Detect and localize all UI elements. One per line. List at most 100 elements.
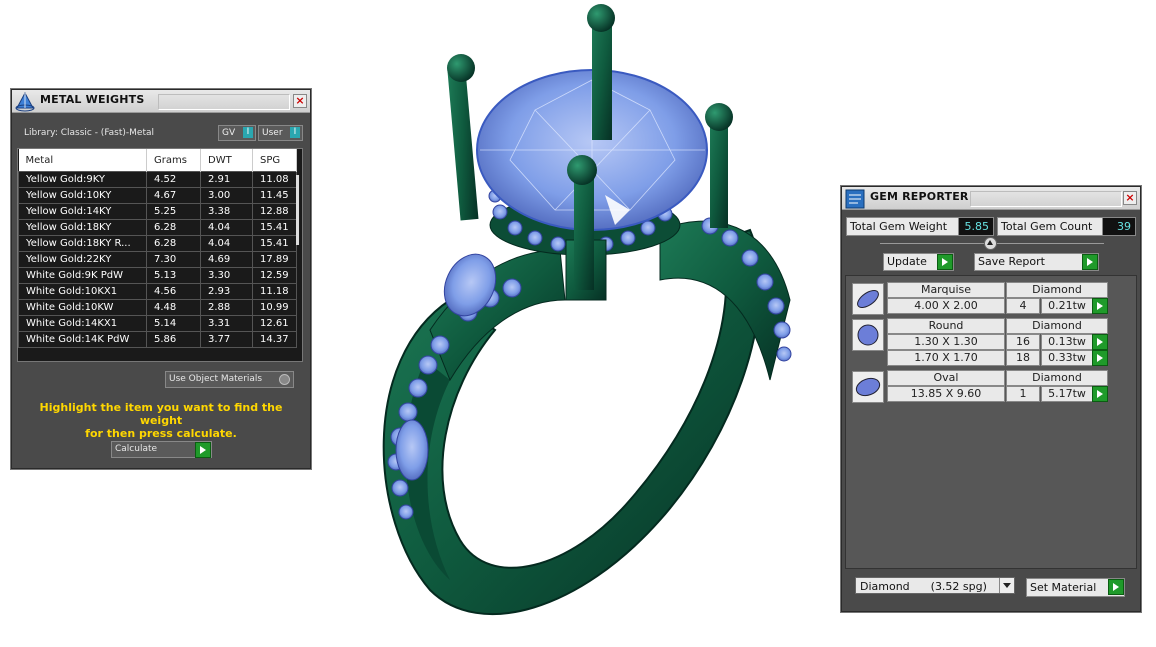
table-cell: Yellow Gold:22KY <box>18 251 147 268</box>
column-header-grams[interactable]: Grams <box>146 149 201 172</box>
round-gem-icon[interactable] <box>852 319 884 351</box>
table-cell: 12.88 <box>252 203 297 220</box>
gem-weight: 0.13tw <box>1041 334 1093 350</box>
close-gem-panel-button[interactable]: × <box>1123 191 1137 205</box>
calculate-button[interactable]: Calculate <box>111 441 212 458</box>
oval-gem-icon[interactable] <box>852 371 884 403</box>
report-icon <box>845 189 865 209</box>
table-row[interactable]: White Gold:14KX1 5.14 3.31 12.61 <box>18 315 297 332</box>
total-gem-weight-label: Total Gem Weight <box>846 217 959 236</box>
table-cell: 12.61 <box>252 315 297 332</box>
table-cell: 4.52 <box>146 171 201 188</box>
table-row[interactable]: White Gold:14K PdW 5.86 3.77 14.37 <box>18 331 297 348</box>
marquise-stone-lower <box>395 419 429 481</box>
table-cell: 4.04 <box>200 235 253 252</box>
radio-icon[interactable] <box>279 374 290 385</box>
close-metal-panel-button[interactable]: × <box>293 94 307 108</box>
vertical-scrollbar[interactable] <box>296 175 299 245</box>
table-cell: 11.18 <box>252 283 297 300</box>
table-row[interactable]: Yellow Gold:14KY 5.25 3.38 12.88 <box>18 203 297 220</box>
gem-weight: 0.21tw <box>1041 298 1093 314</box>
table-row[interactable]: White Gold:9K PdW 5.13 3.30 12.59 <box>18 267 297 284</box>
play-arrow-icon[interactable] <box>1092 298 1108 314</box>
play-arrow-icon[interactable] <box>1092 386 1108 402</box>
play-arrow-icon[interactable] <box>1082 254 1098 270</box>
table-row[interactable]: Yellow Gold:9KY 4.52 2.91 11.08 <box>18 171 297 188</box>
metal-weights-panel: METAL WEIGHTS × Library: Classic - (Fast… <box>11 89 311 469</box>
table-cell: 15.41 <box>252 235 297 252</box>
set-material-button[interactable]: Set Material <box>1026 578 1125 597</box>
material-select[interactable]: Diamond (3.52 spg) <box>855 577 1015 594</box>
table-cell: Yellow Gold:10KY <box>18 187 147 204</box>
table-row[interactable]: Yellow Gold:10KY 4.67 3.00 11.45 <box>18 187 297 204</box>
ring-3d-model[interactable] <box>330 0 810 640</box>
table-cell: 4.67 <box>146 187 201 204</box>
user-toggle[interactable]: User I <box>258 125 303 141</box>
play-arrow-icon[interactable] <box>1092 350 1108 366</box>
gem-weight: 5.17tw <box>1041 386 1093 402</box>
table-cell: 11.45 <box>252 187 297 204</box>
gem-size: 13.85 X 9.60 <box>887 386 1005 402</box>
table-row[interactable]: White Gold:10KX1 4.56 2.93 11.18 <box>18 283 297 300</box>
gem-count: 1 <box>1006 386 1040 402</box>
table-cell: 3.30 <box>200 267 253 284</box>
table-cell: 4.04 <box>200 219 253 236</box>
play-arrow-icon[interactable] <box>1108 579 1124 595</box>
save-report-button[interactable]: Save Report <box>974 253 1099 271</box>
table-cell: Yellow Gold:18KY R... <box>18 235 147 252</box>
table-cell: Yellow Gold:14KY <box>18 203 147 220</box>
gem-shape-round: Round <box>887 318 1005 334</box>
table-row[interactable]: Yellow Gold:18KY 6.28 4.04 15.41 <box>18 219 297 236</box>
table-cell: 14.37 <box>252 331 297 348</box>
table-cell: 5.86 <box>146 331 201 348</box>
table-row[interactable]: Yellow Gold:22KY 7.30 4.69 17.89 <box>18 251 297 268</box>
table-cell: 10.99 <box>252 299 297 316</box>
gem-material: Diamond <box>1006 318 1108 334</box>
table-cell: White Gold:9K PdW <box>18 267 147 284</box>
total-gem-count-label: Total Gem Count <box>997 217 1103 236</box>
table-cell: White Gold:14K PdW <box>18 331 147 348</box>
gem-count: 18 <box>1006 350 1040 366</box>
metal-table[interactable]: Metal Grams DWT SPG Yellow Gold:9KY 4.52 2… <box>17 148 303 362</box>
use-object-materials-field[interactable]: Use Object Materials <box>165 371 294 388</box>
column-header-dwt[interactable]: DWT <box>200 149 253 172</box>
table-cell: 6.28 <box>146 235 201 252</box>
play-arrow-icon[interactable] <box>937 254 953 270</box>
table-cell: White Gold:10KW <box>18 299 147 316</box>
title-grip <box>158 94 290 110</box>
play-arrow-icon[interactable] <box>1092 334 1108 350</box>
gem-reporter-titlebar[interactable]: GEM REPORTER × <box>842 187 1140 210</box>
gem-material: Diamond <box>1006 370 1108 386</box>
table-row[interactable]: White Gold:10KW 4.48 2.88 10.99 <box>18 299 297 316</box>
table-cell: 5.14 <box>146 315 201 332</box>
table-row[interactable]: Yellow Gold:18KY R... 6.28 4.04 15.41 <box>18 235 297 252</box>
column-header-metal[interactable]: Metal <box>18 149 147 172</box>
column-header-spg[interactable]: SPG <box>252 149 297 172</box>
left-shoulder <box>429 249 566 382</box>
gem-material: Diamond <box>1006 282 1108 298</box>
table-cell: 4.48 <box>146 299 201 316</box>
table-cell: 5.25 <box>146 203 201 220</box>
slider-handle[interactable] <box>984 237 997 250</box>
play-arrow-icon[interactable] <box>195 442 211 458</box>
gem-count: 16 <box>1006 334 1040 350</box>
gem-shape-oval: Oval <box>887 370 1005 386</box>
update-button[interactable]: Update <box>883 253 954 271</box>
title-grip <box>970 191 1122 207</box>
user-indicator-icon: I <box>290 127 300 138</box>
table-cell: 2.88 <box>200 299 253 316</box>
chevron-down-icon[interactable] <box>999 578 1014 593</box>
marquise-gem-icon[interactable] <box>852 283 884 315</box>
metal-weights-titlebar[interactable]: METAL WEIGHTS × <box>12 90 310 113</box>
table-cell: 2.93 <box>200 283 253 300</box>
gem-shape-marquise: Marquise <box>887 282 1005 298</box>
table-cell: 12.59 <box>252 267 297 284</box>
gem-size: 1.70 X 1.70 <box>887 350 1005 366</box>
gem-reporter-panel: GEM REPORTER × Total Gem Weight 5.85 Tot… <box>841 186 1141 612</box>
gv-indicator-icon: I <box>243 127 253 138</box>
gem-size: 4.00 X 2.00 <box>887 298 1005 314</box>
gv-toggle[interactable]: GV I <box>218 125 256 141</box>
gem-count: 4 <box>1006 298 1040 314</box>
table-cell: White Gold:14KX1 <box>18 315 147 332</box>
gem-list[interactable]: Marquise Diamond 4.00 X 2.00 4 0.21tw Ro… <box>845 275 1137 569</box>
